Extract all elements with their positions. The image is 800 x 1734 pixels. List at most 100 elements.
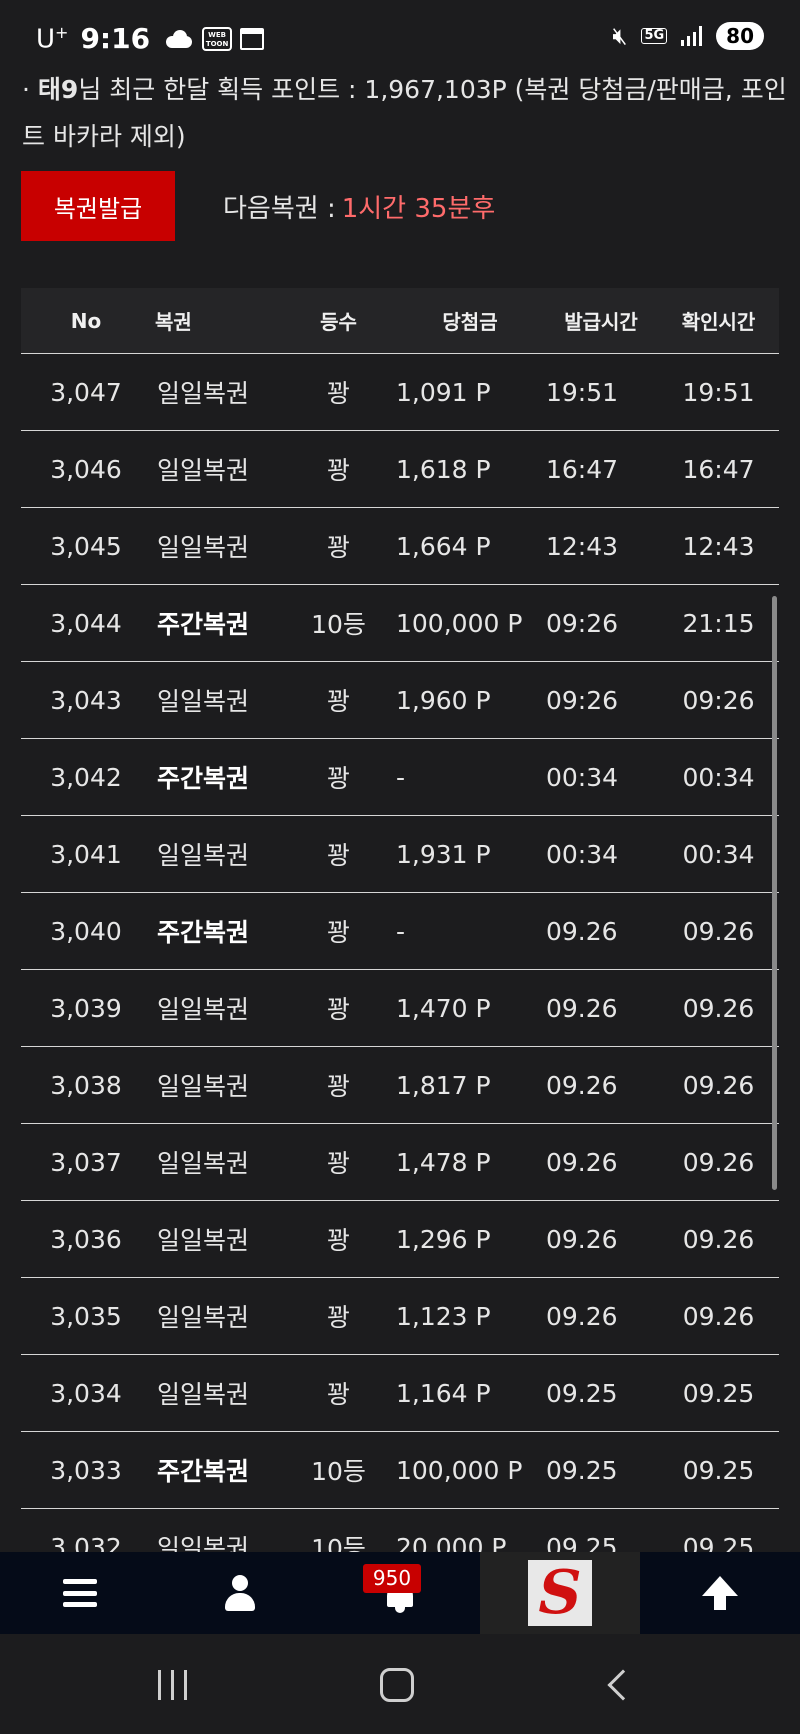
table-row: 3,042 주간복권 꽝 - 00:34 00:34 — [21, 739, 779, 816]
cell-issued-time: 12:43 — [546, 531, 619, 561]
android-nav-bar — [0, 1634, 800, 1734]
cell-prize: 1,817 P — [396, 1070, 491, 1100]
cell-checked-time: 09.26 — [682, 1224, 755, 1254]
profile-button[interactable] — [160, 1552, 320, 1634]
header-issued-time: 발급시간 — [564, 310, 638, 334]
cell-rank: 꽝 — [326, 1380, 350, 1409]
menu-button[interactable] — [0, 1552, 160, 1634]
cell-rank: 10등 — [311, 610, 366, 639]
recent-apps-icon[interactable] — [158, 1670, 187, 1700]
cell-no: 3,046 — [50, 454, 122, 484]
table-row: 3,046 일일복권 꽝 1,618 P 16:47 16:47 — [21, 431, 779, 508]
scrollbar-thumb[interactable] — [772, 596, 777, 1190]
table-row: 3,037 일일복권 꽝 1,478 P 09.26 09.26 — [21, 1124, 779, 1201]
cell-lottery: 일일복권 — [157, 379, 250, 408]
cell-rank: 꽝 — [326, 456, 350, 485]
table-row: 3,043 일일복권 꽝 1,960 P 09:26 09:26 — [21, 662, 779, 739]
cell-checked-time: 00:34 — [682, 762, 755, 792]
cell-checked-time: 09:26 — [682, 685, 755, 715]
table-row: 3,035 일일복권 꽝 1,123 P 09.26 09.26 — [21, 1278, 779, 1355]
cell-rank: 꽝 — [326, 918, 350, 947]
cell-rank: 꽝 — [326, 764, 350, 793]
carrier-label: U+ — [36, 22, 69, 55]
points-summary: · 태9님 최근 한달 획득 포인트 : 1,967,103P (복권 당첨금/… — [22, 66, 792, 160]
cell-prize: 100,000 P — [396, 1455, 523, 1485]
cell-lottery: 주간복권 — [157, 918, 250, 947]
table-row: 3,033 주간복권 10등 100,000 P 09.25 09.25 — [21, 1432, 779, 1509]
cell-prize: 1,618 P — [396, 454, 491, 484]
cloud-icon — [164, 29, 194, 48]
cell-checked-time: 09.25 — [682, 1378, 755, 1408]
cell-lottery: 일일복권 — [157, 1226, 250, 1255]
user-icon — [225, 1575, 255, 1611]
table-row: 3,036 일일복권 꽝 1,296 P 09.26 09.26 — [21, 1201, 779, 1278]
cell-no: 3,034 — [50, 1378, 122, 1408]
cell-prize: 1,931 P — [396, 839, 491, 869]
cell-lottery: 주간복권 — [157, 610, 250, 639]
cell-prize: 1,960 P — [396, 685, 491, 715]
issue-lottery-button[interactable]: 복권발급 — [21, 171, 175, 241]
home-logo-button[interactable]: S — [480, 1552, 640, 1634]
cell-lottery: 주간복권 — [157, 1457, 250, 1486]
cell-lottery: 일일복권 — [157, 841, 250, 870]
arrow-up-icon — [702, 1576, 738, 1610]
scroll-top-button[interactable] — [640, 1552, 800, 1634]
cell-rank: 꽝 — [326, 379, 350, 408]
cell-checked-time: 19:51 — [682, 377, 755, 407]
cell-no: 3,035 — [50, 1301, 122, 1331]
calendar-icon — [240, 27, 265, 50]
table-row: 3,040 주간복권 꽝 - 09.26 09.26 — [21, 893, 779, 970]
status-bar: U+ 9:16 WEB TOON 🔇︎ 5G 80 — [0, 0, 800, 72]
cell-issued-time: 09.26 — [546, 1224, 618, 1254]
lottery-history-table: No 복권 등수 당첨금 발급시간 확인시간 3,047 일일복권 꽝 1,091 P… — [21, 288, 779, 1586]
header-lottery: 복권 — [155, 310, 192, 334]
header-rank: 등수 — [320, 310, 357, 334]
cell-prize: 1,296 P — [396, 1224, 491, 1254]
cell-prize: 1,164 P — [396, 1378, 491, 1408]
home-icon[interactable] — [380, 1668, 414, 1702]
cell-lottery: 일일복권 — [157, 1149, 250, 1178]
table-row: 3,034 일일복권 꽝 1,164 P 09.25 09.25 — [21, 1355, 779, 1432]
table-row: 3,047 일일복권 꽝 1,091 P 19:51 19:51 — [21, 354, 779, 431]
cell-lottery: 일일복권 — [157, 687, 250, 716]
signal-icon — [681, 26, 703, 46]
cell-issued-time: 09.26 — [546, 993, 618, 1023]
header-no: No — [70, 308, 102, 333]
table-row: 3,045 일일복권 꽝 1,664 P 12:43 12:43 — [21, 508, 779, 585]
s-logo: S — [528, 1560, 592, 1626]
hamburger-menu-icon — [63, 1579, 97, 1607]
table-row: 3,044 주간복권 10등 100,000 P 09:26 21:15 — [21, 585, 779, 662]
cell-lottery: 일일복권 — [157, 456, 250, 485]
cell-issued-time: 16:47 — [546, 454, 619, 484]
table-row: 3,041 일일복권 꽝 1,931 P 00:34 00:34 — [21, 816, 779, 893]
network-5g-icon: 5G — [641, 28, 668, 44]
bullet: · — [22, 75, 30, 104]
cell-prize: 100,000 P — [396, 608, 523, 638]
points-text: 님 최근 한달 획득 포인트 : 1,967,103P (복권 당첨금/판매금,… — [22, 75, 787, 151]
next-lottery-label: 다음복권 : — [223, 193, 336, 224]
cell-no: 3,040 — [50, 916, 122, 946]
cell-prize: 1,091 P — [396, 377, 491, 407]
back-icon[interactable] — [607, 1669, 639, 1701]
issue-row: 복권발급 다음복권 : 1시간 35분후 — [21, 171, 495, 241]
cell-rank: 꽝 — [326, 1149, 350, 1178]
cell-issued-time: 09.26 — [546, 1301, 618, 1331]
cell-lottery: 주간복권 — [157, 764, 250, 793]
cell-prize: 1,478 P — [396, 1147, 491, 1177]
cell-no: 3,044 — [50, 608, 122, 638]
table-row: 3,039 일일복권 꽝 1,470 P 09.26 09.26 — [21, 970, 779, 1047]
cell-rank: 꽝 — [326, 1303, 350, 1332]
cell-no: 3,045 — [50, 531, 122, 561]
cell-no: 3,038 — [50, 1070, 122, 1100]
cell-prize: 1,123 P — [396, 1301, 491, 1331]
cell-issued-time: 09:26 — [546, 685, 619, 715]
cell-no: 3,036 — [50, 1224, 122, 1254]
cell-no: 3,037 — [50, 1147, 122, 1177]
cell-no: 3,033 — [50, 1455, 122, 1485]
cell-checked-time: 09.26 — [682, 1301, 755, 1331]
cell-rank: 꽝 — [326, 533, 350, 562]
cell-lottery: 일일복권 — [157, 1072, 250, 1101]
cell-prize: - — [396, 762, 406, 792]
table-body: 3,047 일일복권 꽝 1,091 P 19:51 19:51 3,046 일일복권 꽝 1,6… — [21, 354, 779, 1586]
cell-rank: 꽝 — [326, 841, 350, 870]
